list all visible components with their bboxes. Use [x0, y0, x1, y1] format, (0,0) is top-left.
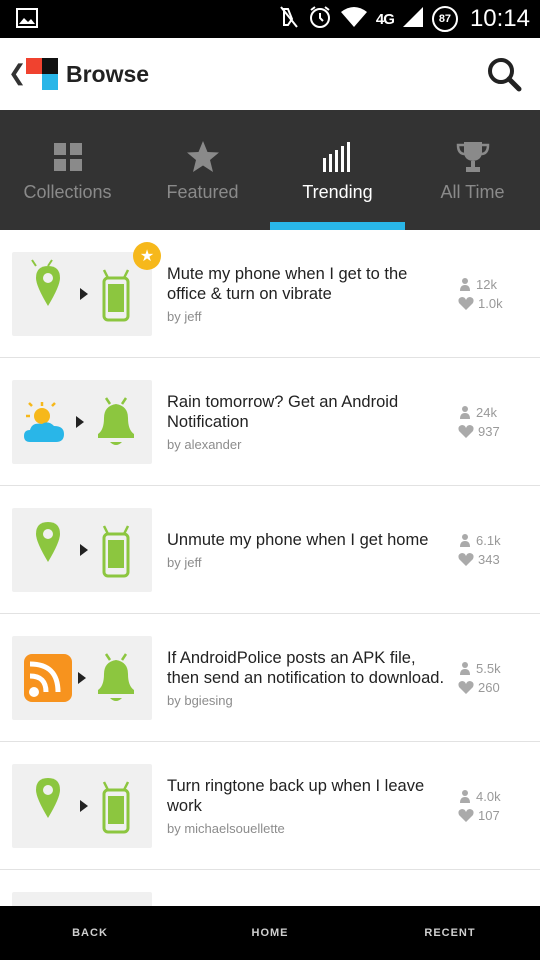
notification-bell-icon: [98, 653, 134, 701]
heart-icon: [458, 809, 474, 822]
recipe-author: by jeff: [167, 554, 202, 570]
user-count: 24k: [476, 404, 497, 420]
recipe-thumbnail: [12, 508, 152, 592]
android-phone-icon: [102, 781, 130, 834]
wifi-icon: [340, 6, 368, 33]
user-icon: [460, 790, 470, 803]
status-bar: 4G 87 10:14: [0, 0, 540, 38]
signal-icon: [402, 6, 424, 33]
tab-collections[interactable]: Collections: [0, 110, 135, 230]
recipe-title: If AndroidPolice posts an APK file, then…: [167, 648, 445, 687]
nav-back-button[interactable]: BACK: [0, 927, 180, 939]
recipe-stats: 4.0k 107: [458, 742, 528, 869]
grid-icon: [53, 143, 82, 171]
recipe-thumbnail: [12, 380, 152, 464]
recipe-row[interactable]: Unmute my phone when I get home by jeff …: [0, 486, 540, 614]
tab-label: Featured: [166, 182, 239, 202]
image-icon: [16, 8, 38, 33]
recipe-title: Unmute my phone when I get home: [167, 530, 429, 549]
android-phone-icon: [102, 269, 130, 322]
recipe-stats: 6.1k 343: [458, 486, 528, 613]
network-type: 4G: [375, 10, 395, 28]
user-count: 5.5k: [476, 660, 501, 676]
recipe-row[interactable]: If AndroidPolice posts an APK file, then…: [0, 614, 540, 742]
recipe-thumbnail: [12, 252, 152, 336]
heart-icon: [458, 297, 474, 310]
tab-label: All Time: [440, 182, 505, 202]
tab-label: Trending: [302, 182, 373, 202]
system-nav-bar: BACK HOME RECENT: [0, 906, 540, 960]
weather-icon: [24, 402, 64, 442]
location-pin-icon: [36, 522, 60, 562]
user-icon: [460, 662, 470, 675]
android-phone-icon: [102, 525, 130, 578]
notification-bell-icon: [98, 397, 134, 445]
heart-icon: [458, 425, 474, 438]
recipe-title: Turn ringtone back up when I leave work: [167, 776, 425, 815]
app-logo-icon[interactable]: [26, 58, 58, 90]
heart-icon: [458, 681, 474, 694]
tab-label: Collections: [23, 182, 112, 202]
trending-bars-icon: [322, 142, 350, 172]
tab-trending[interactable]: Trending: [270, 110, 405, 230]
like-count: 1.0k: [478, 295, 503, 311]
battery-icon: 87: [431, 6, 458, 32]
page-title: Browse: [66, 61, 150, 87]
search-icon[interactable]: [484, 54, 524, 94]
tab-featured[interactable]: Featured: [135, 110, 270, 230]
recipe-stats: 5.5k 260: [458, 614, 528, 741]
alarm-icon: [308, 5, 332, 34]
recipe-row[interactable]: Turn ringtone back up when I leave work …: [0, 742, 540, 870]
recipe-thumbnail: [12, 764, 152, 848]
like-count: 937: [478, 423, 500, 439]
back-chevron-icon[interactable]: ❮: [8, 60, 26, 86]
recipe-title: Mute my phone when I get to the office &…: [167, 264, 408, 303]
recipe-thumbnail: [12, 636, 152, 720]
user-count: 4.0k: [476, 788, 501, 804]
recipe-author: by michaelsouellette: [167, 820, 285, 836]
location-pin-icon: [31, 259, 60, 306]
recipe-author: by alexander: [167, 436, 242, 452]
recipe-list: ★ Mute my phone when I get to the office…: [0, 230, 540, 906]
like-count: 260: [478, 679, 500, 695]
recipe-row-partial[interactable]: [0, 870, 540, 906]
featured-star-badge: ★: [133, 242, 161, 270]
mute-icon: [278, 5, 300, 34]
action-bar: ❮ Browse: [0, 38, 540, 111]
recipe-stats: 12k 1.0k: [458, 230, 528, 357]
user-icon: [460, 406, 470, 419]
like-count: 107: [478, 807, 500, 823]
recipe-thumbnail: [12, 892, 152, 906]
nav-recent-button[interactable]: RECENT: [360, 927, 540, 939]
heart-icon: [458, 553, 474, 566]
recipe-row[interactable]: ★ Mute my phone when I get to the office…: [0, 230, 540, 358]
recipe-row[interactable]: Rain tomorrow? Get an Android Notificati…: [0, 358, 540, 486]
active-tab-indicator: [270, 222, 405, 230]
recipe-author: by bgiesing: [167, 692, 233, 708]
location-pin-icon: [36, 778, 60, 818]
recipe-stats: 24k 937: [458, 358, 528, 485]
user-icon: [460, 534, 470, 547]
tab-bar: Collections Featured Trending All Time: [0, 110, 540, 230]
recipe-title: Rain tomorrow? Get an Android Notificati…: [167, 392, 399, 431]
recipe-author: by jeff: [167, 308, 202, 324]
star-icon: [186, 141, 219, 172]
user-count: 6.1k: [476, 532, 501, 548]
user-icon: [460, 278, 470, 291]
like-count: 343: [478, 551, 500, 567]
user-count: 12k: [476, 276, 497, 292]
nav-home-button[interactable]: HOME: [180, 927, 360, 939]
rss-feed-icon: [24, 654, 72, 702]
clock: 10:14: [469, 5, 530, 32]
trophy-icon: [456, 142, 489, 172]
tab-all-time[interactable]: All Time: [405, 110, 540, 230]
